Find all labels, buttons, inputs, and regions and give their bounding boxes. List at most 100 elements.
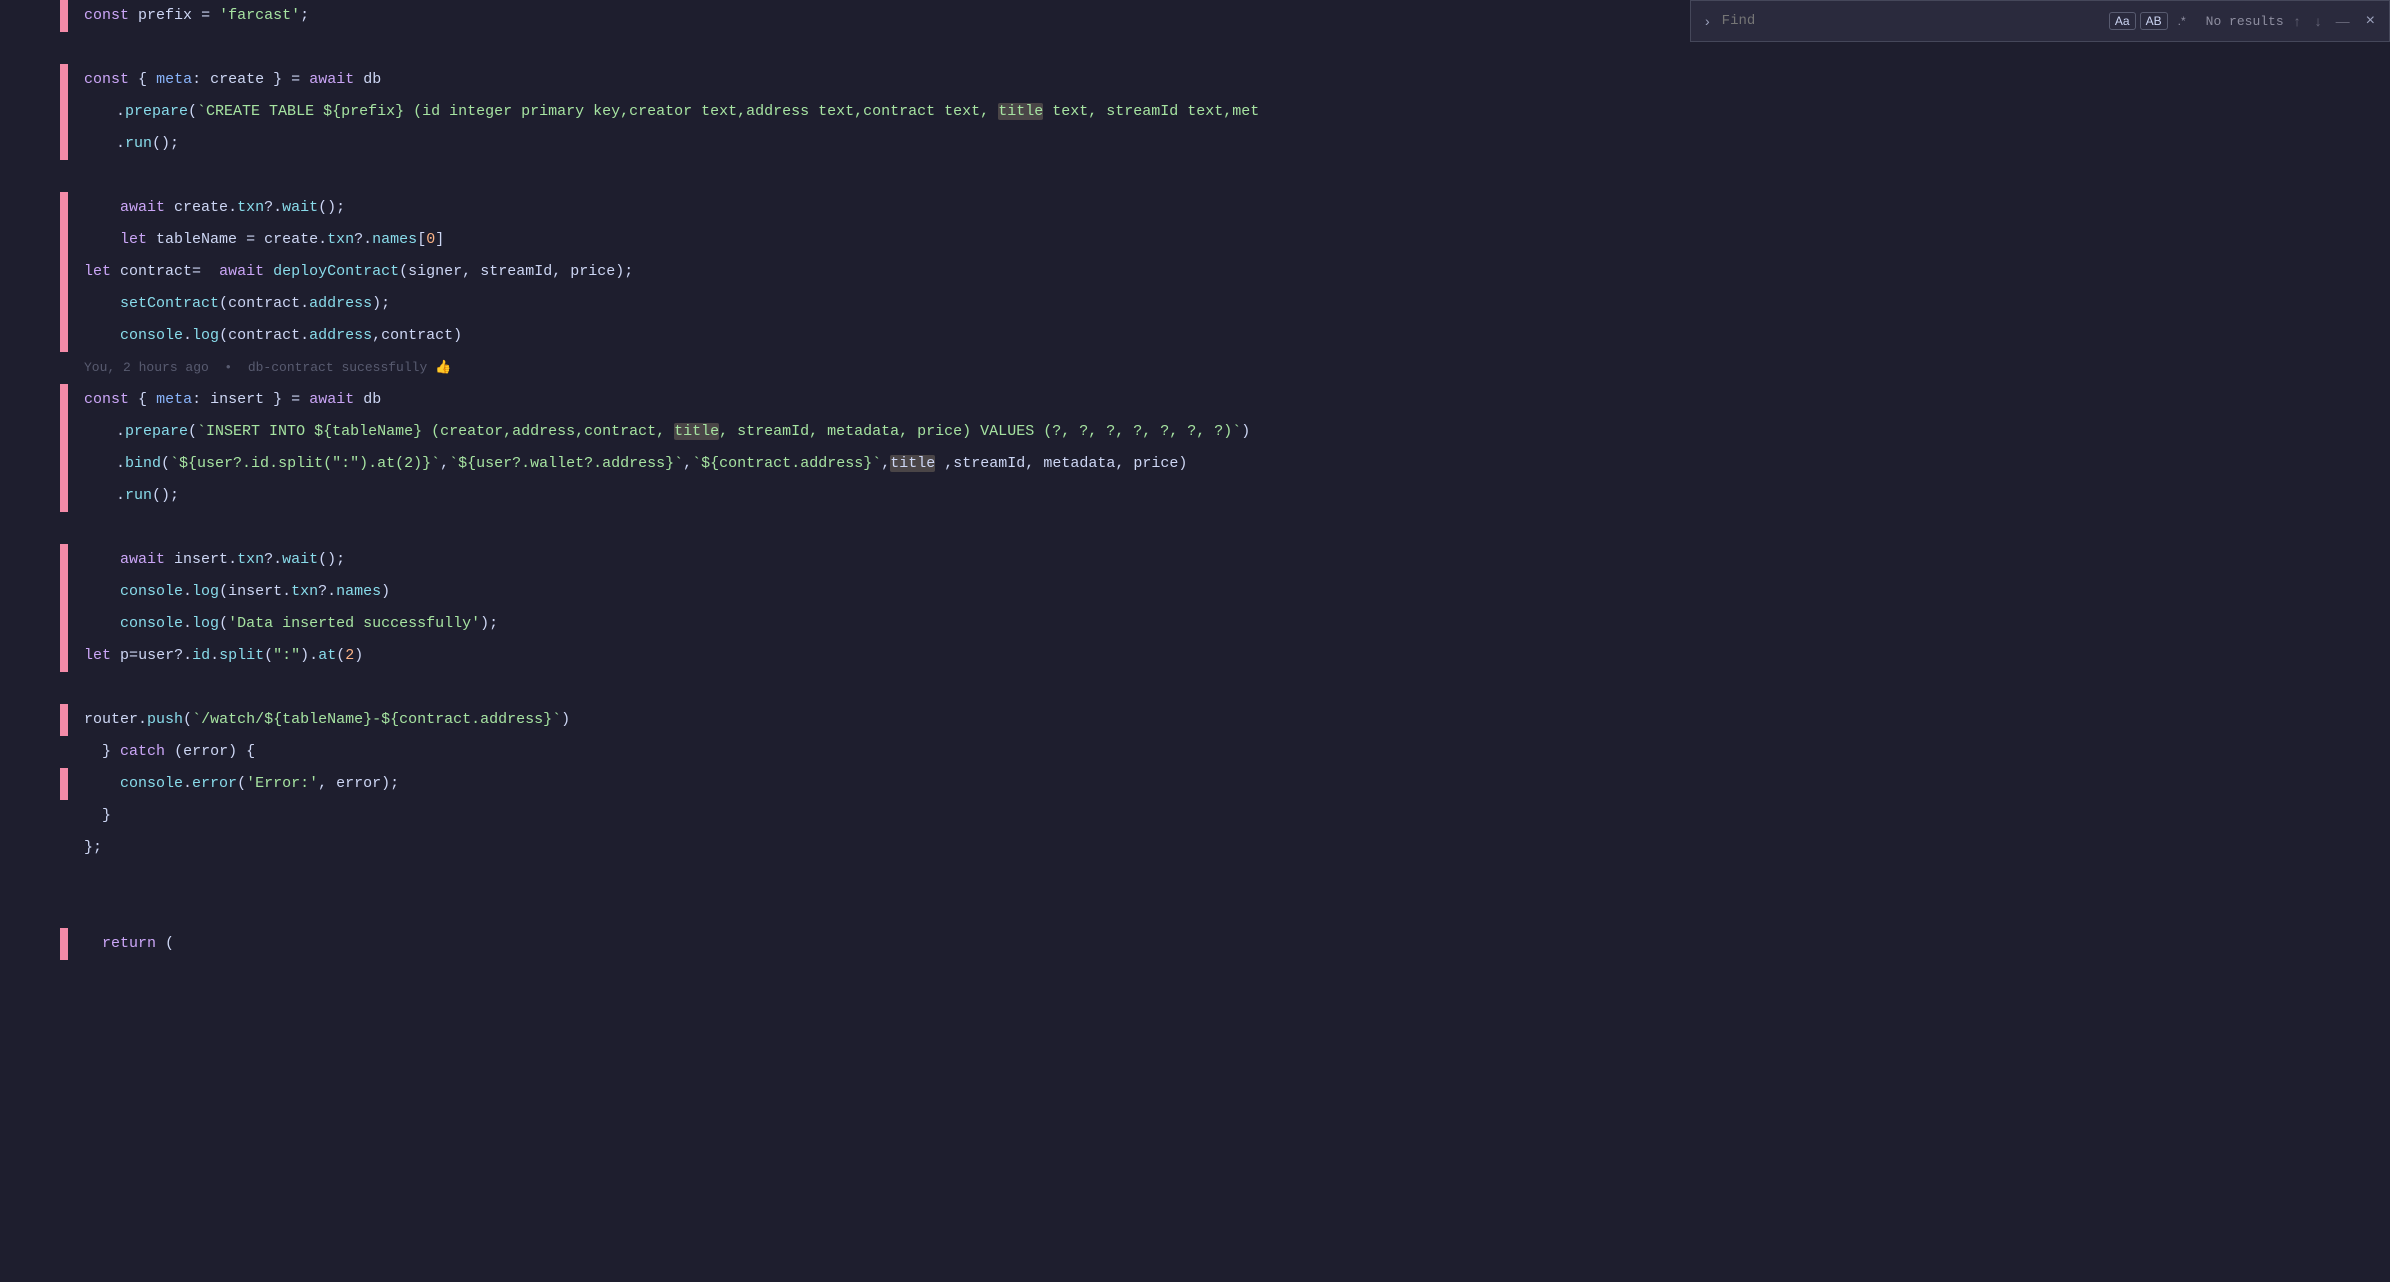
- diff-indicator: [60, 576, 68, 608]
- table-row: console.log(contract.address,contract): [0, 320, 2390, 352]
- line-content: setContract(contract.address);: [68, 288, 2390, 320]
- line-number: [0, 224, 60, 256]
- line-number: [0, 480, 60, 512]
- diff-indicator: [60, 672, 68, 704]
- diff-indicator: [60, 224, 68, 256]
- line-number: [0, 704, 60, 736]
- diff-indicator: [60, 128, 68, 160]
- line-content: .prepare(`CREATE TABLE ${prefix} (id int…: [68, 96, 2390, 128]
- table-row: router.push(`/watch/${tableName}-${contr…: [0, 704, 2390, 736]
- table-row: }: [0, 800, 2390, 832]
- diff-indicator: [60, 256, 68, 288]
- table-row: console.error('Error:', error);: [0, 768, 2390, 800]
- line-number: [0, 160, 60, 192]
- line-content: let tableName = create.txn?.names[0]: [68, 224, 2390, 256]
- line-number: [0, 608, 60, 640]
- diff-indicator: [60, 288, 68, 320]
- line-number: [0, 672, 60, 704]
- diff-indicator: [60, 320, 68, 352]
- diff-indicator: [60, 832, 68, 864]
- line-content: const { meta: insert } = await db: [68, 384, 2390, 416]
- diff-indicator: [60, 192, 68, 224]
- line-number: [0, 352, 60, 384]
- line-content: router.push(`/watch/${tableName}-${contr…: [68, 704, 2390, 736]
- blame-line: You, 2 hours ago • db-contract sucessful…: [0, 352, 2390, 384]
- line-content: await create.txn?.wait();: [68, 192, 2390, 224]
- search-prev-btn[interactable]: ↑: [2290, 11, 2305, 31]
- diff-indicator: [60, 448, 68, 480]
- line-content: console.log('Data inserted successfully'…: [68, 608, 2390, 640]
- diff-indicator: [60, 928, 68, 960]
- diff-indicator: [60, 160, 68, 192]
- search-case-sensitive-btn[interactable]: Aa: [2109, 12, 2136, 30]
- diff-indicator: [60, 736, 68, 768]
- line-content: }: [68, 800, 2390, 832]
- line-number: [0, 864, 60, 896]
- search-input[interactable]: [1722, 13, 2103, 29]
- table-row: .run();: [0, 480, 2390, 512]
- diff-indicator: [60, 640, 68, 672]
- diff-indicator: [60, 608, 68, 640]
- search-no-results: No results: [2206, 14, 2284, 29]
- code-lines: const prefix = 'farcast'; const { meta: …: [0, 0, 2390, 960]
- line-content: console.log(contract.address,contract): [68, 320, 2390, 352]
- line-number: [0, 640, 60, 672]
- table-row: .prepare(`CREATE TABLE ${prefix} (id int…: [0, 96, 2390, 128]
- search-whole-word-btn[interactable]: AB: [2140, 12, 2168, 30]
- search-regex-btn[interactable]: .*: [2172, 12, 2192, 30]
- diff-indicator: [60, 416, 68, 448]
- table-row: [0, 896, 2390, 928]
- line-number: [0, 32, 60, 64]
- line-content: await insert.txn?.wait();: [68, 544, 2390, 576]
- line-number: [0, 416, 60, 448]
- line-number: [0, 928, 60, 960]
- line-content: [68, 672, 2390, 704]
- line-content: };: [68, 832, 2390, 864]
- table-row: return (: [0, 928, 2390, 960]
- line-number: [0, 832, 60, 864]
- line-content: [68, 512, 2390, 544]
- line-number: [0, 448, 60, 480]
- line-number: [0, 128, 60, 160]
- line-number: [0, 256, 60, 288]
- line-number: [0, 800, 60, 832]
- search-close-btn[interactable]: ×: [2360, 10, 2381, 32]
- table-row: [0, 864, 2390, 896]
- line-content: } catch (error) {: [68, 736, 2390, 768]
- table-row: .bind(`${user?.id.split(":").at(2)}`,`${…: [0, 448, 2390, 480]
- diff-indicator: [60, 896, 68, 928]
- line-number: [0, 768, 60, 800]
- table-row: } catch (error) {: [0, 736, 2390, 768]
- line-content: let contract= await deployContract(signe…: [68, 256, 2390, 288]
- line-content: .run();: [68, 480, 2390, 512]
- search-bar[interactable]: › Aa AB .* No results ↑ ↓ — ×: [1690, 0, 2390, 42]
- line-number: [0, 736, 60, 768]
- line-number: [0, 0, 60, 32]
- table-row: let p=user?.id.split(":").at(2): [0, 640, 2390, 672]
- diff-indicator: [60, 96, 68, 128]
- line-content: .run();: [68, 128, 2390, 160]
- line-content: return (: [68, 928, 2390, 960]
- table-row: await create.txn?.wait();: [0, 192, 2390, 224]
- line-number: [0, 320, 60, 352]
- line-number: [0, 896, 60, 928]
- diff-indicator: [60, 864, 68, 896]
- line-number: [0, 192, 60, 224]
- table-row: setContract(contract.address);: [0, 288, 2390, 320]
- table-row: console.log('Data inserted successfully'…: [0, 608, 2390, 640]
- search-menu-btn[interactable]: —: [2332, 11, 2354, 31]
- line-content: You, 2 hours ago • db-contract sucessful…: [68, 352, 2390, 384]
- table-row: [0, 160, 2390, 192]
- table-row: const { meta: create } = await db: [0, 64, 2390, 96]
- diff-indicator: [60, 480, 68, 512]
- diff-indicator: [60, 512, 68, 544]
- line-content: [68, 864, 2390, 896]
- search-expand-btn[interactable]: ›: [1699, 11, 1716, 31]
- line-number: [0, 384, 60, 416]
- table-row: await insert.txn?.wait();: [0, 544, 2390, 576]
- line-number: [0, 96, 60, 128]
- line-content: let p=user?.id.split(":").at(2): [68, 640, 2390, 672]
- search-next-btn[interactable]: ↓: [2311, 11, 2326, 31]
- line-number: [0, 544, 60, 576]
- diff-indicator: [60, 64, 68, 96]
